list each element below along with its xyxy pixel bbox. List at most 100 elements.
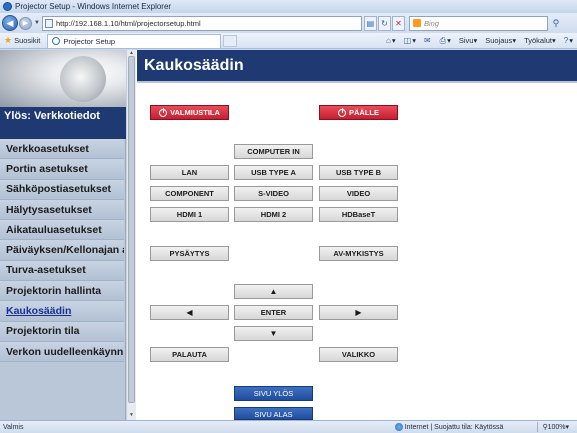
hdbaset-button[interactable]: HDBaseT <box>319 207 398 222</box>
sidebar: Ylös: Verkkotiedot Verkkoasetukset Porti… <box>0 50 126 420</box>
right-arrow-button[interactable]: ▶ <box>319 305 398 320</box>
projector-photo <box>0 50 126 107</box>
zoom-control[interactable]: ⚲ 100% ▾ <box>542 423 569 432</box>
page-title: Kaukosäädin <box>137 50 577 81</box>
back-button[interactable]: ◀ <box>2 15 18 31</box>
feeds-button[interactable]: ◫ ▾ <box>404 36 416 45</box>
computer-in-button[interactable]: COMPUTER IN <box>234 144 313 159</box>
home-icon: ⌂ <box>386 36 391 45</box>
sidebar-up-link[interactable]: Ylös: Verkkotiedot <box>0 107 126 139</box>
print-icon: ⎙ <box>439 35 447 45</box>
lan-button[interactable]: LAN <box>150 165 229 180</box>
enter-button[interactable]: ENTER <box>234 305 313 320</box>
power-icon <box>338 107 346 117</box>
title-bar: Projector Setup - Windows Internet Explo… <box>0 0 577 13</box>
stop-icon[interactable]: ✕ <box>391 15 405 31</box>
standby-button[interactable]: VALMIUSTILA <box>150 105 229 120</box>
main-panel: Kaukosäädin VALMIUSTILA PÄÄLLE COMPUTER … <box>137 50 577 420</box>
usb-type-a-button[interactable]: USB TYPE A <box>234 165 313 180</box>
mail-icon: ✉ <box>423 36 431 45</box>
safety-menu[interactable]: Suojaus ▾ <box>485 36 516 45</box>
sidebar-item-projector-control[interactable]: Projektorin hallinta <box>0 281 124 302</box>
header-divider <box>137 81 577 83</box>
standby-label: VALMIUSTILA <box>170 108 220 117</box>
window-title: Projector Setup - Windows Internet Explo… <box>15 2 172 11</box>
status-text: Valmis <box>3 423 24 431</box>
status-divider <box>537 422 539 432</box>
component-button[interactable]: COMPONENT <box>150 186 229 201</box>
menu-button[interactable]: VALIKKO <box>319 347 398 362</box>
print-button[interactable]: ⎙ ▾ <box>440 36 451 46</box>
arrow-right-icon: ▶ <box>355 308 362 317</box>
usb-type-b-button[interactable]: USB TYPE B <box>319 165 398 180</box>
sidebar-item-projector-status[interactable]: Projektorin tila <box>0 321 124 342</box>
search-input[interactable]: Bing <box>408 15 548 31</box>
page-content: Ylös: Verkkotiedot Verkkoasetukset Porti… <box>0 50 577 420</box>
page-icon <box>44 18 53 28</box>
tools-menu-label: Työkalut <box>524 36 553 45</box>
compat-view-icon[interactable]: ▤ <box>363 15 377 31</box>
help-button[interactable]: ? ▾ <box>564 36 573 45</box>
back-button-remote[interactable]: PALAUTA <box>150 347 229 362</box>
address-bar: ◀ ▶ ▼ http://192.168.1.10/html/projector… <box>0 13 577 33</box>
url-input[interactable]: http://192.168.1.10/html/projectorsetup.… <box>41 15 362 31</box>
sidebar-menu: Verkkoasetukset Portin asetukset Sähköpo… <box>0 139 124 363</box>
safety-menu-label: Suojaus <box>485 36 513 45</box>
page-down-button[interactable]: SIVU ALAS <box>234 407 313 420</box>
sidebar-item-network-settings[interactable]: Verkkoasetukset <box>0 139 124 160</box>
s-video-button[interactable]: S-VIDEO <box>234 186 313 201</box>
sidebar-item-alert-settings[interactable]: Hälytysasetukset <box>0 199 124 221</box>
av-mute-button[interactable]: AV-MYKISTYS <box>319 246 398 261</box>
down-arrow-button[interactable]: ▼ <box>234 326 313 341</box>
scroll-down-icon[interactable]: ▼ <box>127 412 136 418</box>
power-on-button[interactable]: PÄÄLLE <box>319 105 398 120</box>
arrow-down-icon: ▼ <box>269 329 278 338</box>
freeze-button[interactable]: PYSÄYTYS <box>150 246 229 261</box>
history-dropdown-icon[interactable]: ▼ <box>34 20 40 26</box>
globe-icon <box>394 423 403 431</box>
sidebar-item-network-restart[interactable]: Verkon uudelleenkäynnistys <box>0 341 124 363</box>
search-placeholder: Bing <box>423 18 439 28</box>
tools-menu[interactable]: Työkalut ▾ <box>524 36 556 45</box>
sidebar-item-schedule-settings[interactable]: Aikatauluasetukset <box>0 220 124 241</box>
home-button[interactable]: ⌂ ▾ <box>386 36 396 45</box>
search-icon[interactable]: ⚲ <box>549 16 563 31</box>
left-arrow-button[interactable]: ◀ <box>150 305 229 320</box>
tab-projector-setup[interactable]: Projector Setup <box>47 33 222 48</box>
sidebar-scrollbar[interactable]: ▲ ▼ <box>126 50 136 420</box>
zoom-dropdown-icon: ▾ <box>565 424 569 431</box>
ie-icon <box>3 2 12 11</box>
security-zone[interactable]: Internet | Suojattu tila: Käytössä <box>394 423 504 431</box>
tab-page-icon <box>52 37 61 45</box>
up-arrow-button[interactable]: ▲ <box>234 284 313 299</box>
arrow-up-icon: ▲ <box>269 287 278 296</box>
command-bar: ★ Suosikit Projector Setup ⌂ ▾ ◫ ▾ ✉ ⎙ ▾ Si… <box>0 33 577 49</box>
url-text: http://192.168.1.10/html/projectorsetup.… <box>55 18 201 28</box>
security-zone-text: Internet | Suojattu tila: Käytössä <box>404 423 504 431</box>
tab-title: Projector Setup <box>63 36 116 46</box>
page-up-button[interactable]: SIVU YLÖS <box>234 386 313 401</box>
bing-icon <box>412 19 421 27</box>
page-menu[interactable]: Sivu ▾ <box>459 36 477 45</box>
sidebar-item-remote-control[interactable]: Kaukosäädin <box>0 301 124 322</box>
hdmi1-button[interactable]: HDMI 1 <box>150 207 229 222</box>
favorites-button[interactable]: ★ Suosikit <box>0 35 44 46</box>
refresh-icon[interactable]: ↻ <box>377 15 391 31</box>
power-icon <box>159 107 168 117</box>
favorites-label: Suosikit <box>14 36 41 45</box>
scrollbar-thumb[interactable] <box>128 56 135 403</box>
arrow-left-icon: ◀ <box>186 308 193 317</box>
video-button[interactable]: VIDEO <box>319 186 398 201</box>
sidebar-item-port-settings[interactable]: Portin asetukset <box>0 159 124 180</box>
star-icon: ★ <box>4 35 13 45</box>
mail-button[interactable]: ✉ <box>424 36 432 45</box>
sidebar-item-date-time-settings[interactable]: Päiväyksen/Kellonajan asetukset <box>0 240 124 261</box>
hdmi2-button[interactable]: HDMI 2 <box>234 207 313 222</box>
help-icon: ? <box>563 36 569 45</box>
status-bar: Valmis Internet | Suojattu tila: Käytöss… <box>0 420 577 433</box>
sidebar-item-mail-settings[interactable]: Sähköpostiasetukset <box>0 179 124 200</box>
sidebar-item-security-settings[interactable]: Turva-asetukset <box>0 260 124 282</box>
new-tab-button[interactable] <box>223 34 238 47</box>
forward-button[interactable]: ▶ <box>19 16 32 30</box>
zoom-level: 100% <box>547 423 566 431</box>
